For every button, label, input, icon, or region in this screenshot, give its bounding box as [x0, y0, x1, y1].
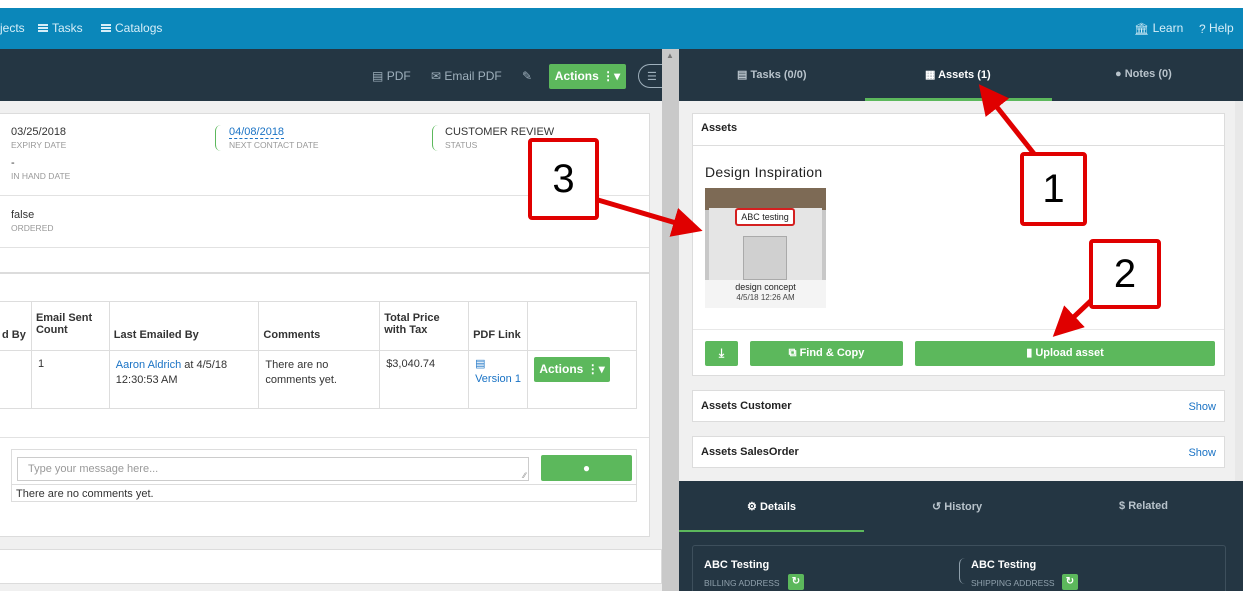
arrow-3 — [597, 197, 703, 237]
callout-2: 2 — [1089, 239, 1161, 309]
callout-1: 1 — [1020, 152, 1087, 226]
arrow-1 — [978, 84, 1037, 157]
callout-3: 3 — [528, 138, 599, 220]
annotation-arrows — [597, 84, 1102, 337]
